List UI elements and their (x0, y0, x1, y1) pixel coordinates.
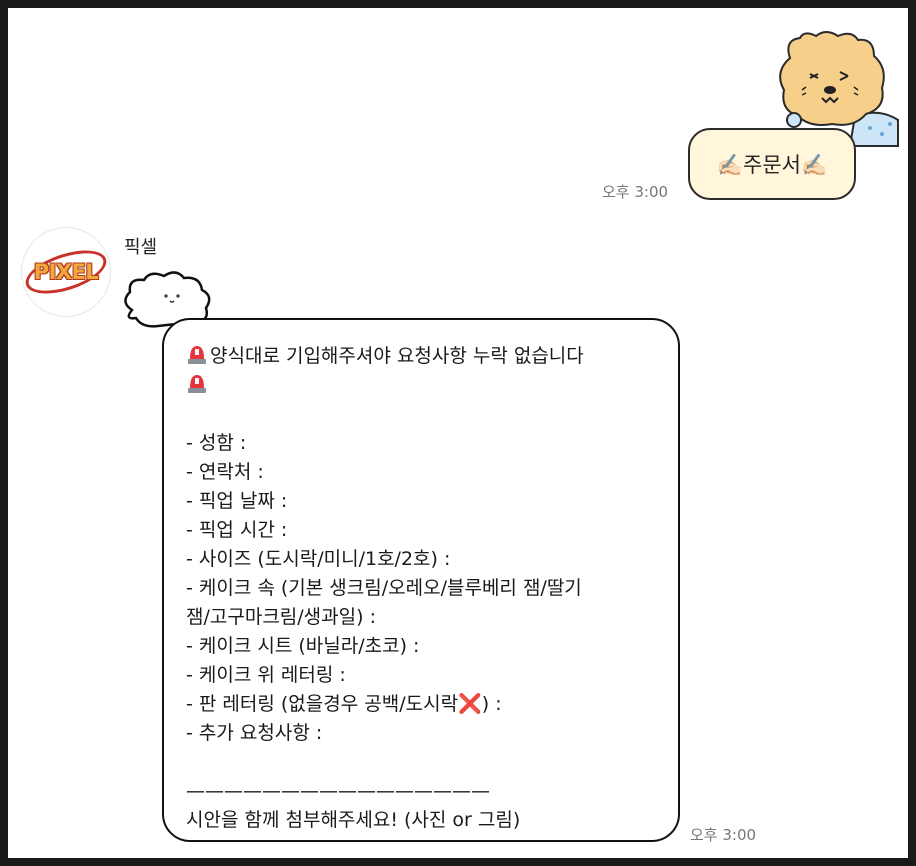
outgoing-message-bubble[interactable]: ✍🏻주문서✍🏻 (688, 128, 856, 200)
cross-mark-icon: ❌ (458, 693, 482, 715)
outgoing-message-text: ✍🏻주문서✍🏻 (716, 153, 828, 177)
message-line: 잼/고구마크림/생과일) : (186, 606, 376, 628)
message-line: - 케이크 시트 (바닐라/초코) : (186, 635, 420, 657)
message-line: - 판 레터링 (없을경우 공백/도시락❌) : (186, 690, 658, 719)
message-line: 시안을 함께 첨부해주세요! (사진 or 그림) (186, 809, 521, 831)
message-line: - 사이즈 (도시락/미니/1호/2호) : (186, 548, 451, 570)
message-line: - 픽업 시간 : (186, 519, 288, 541)
message-line: - 케이크 위 레터링 : (186, 664, 346, 686)
siren-icon (188, 375, 206, 393)
message-line (186, 371, 658, 400)
message-line: - 픽업 날짜 : (186, 490, 288, 512)
divider-line: ———————————————— (186, 780, 490, 802)
avatar-logo-text: PIXEL (33, 260, 99, 284)
outgoing-message-time: 오후 3:00 (602, 183, 669, 201)
sender-avatar[interactable]: PIXEL (22, 228, 110, 316)
message-line: - 연락처 : (186, 461, 264, 483)
message-line (186, 400, 658, 429)
message-line: - 케이크 속 (기본 생크림/오레오/블루베리 잼/딸기 (186, 577, 582, 599)
message-line: 양식대로 기입해주셔야 요청사항 누락 없습니다 (186, 342, 658, 371)
message-line (186, 748, 658, 777)
incoming-message-bubble[interactable]: 양식대로 기입해주셔야 요청사항 누락 없습니다 - 성함 : - 연락처 : … (162, 318, 680, 842)
incoming-message-time: 오후 3:00 (690, 826, 757, 844)
message-line: - 성함 : (186, 432, 247, 454)
sender-name: 픽셀 (124, 237, 158, 258)
message-line: - 추가 요청사항 : (186, 722, 323, 744)
siren-icon (188, 346, 206, 364)
